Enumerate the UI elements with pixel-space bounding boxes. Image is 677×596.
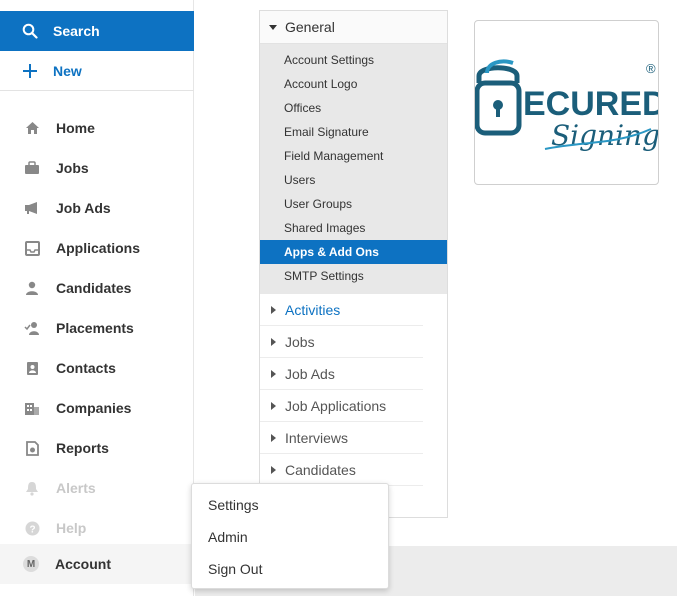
sidebar-item-contacts[interactable]: Contacts	[0, 348, 194, 388]
svg-text:ECURED: ECURED	[523, 85, 658, 123]
group-general-header[interactable]: General	[260, 11, 447, 44]
group-label: Candidates	[285, 461, 356, 478]
sidebar-item-jobs[interactable]: Jobs	[0, 148, 194, 188]
menu-item-field-management[interactable]: Field Management	[260, 144, 447, 168]
avatar: M	[23, 556, 39, 572]
sidebar-item-label: Reports	[56, 440, 109, 456]
group-interviews[interactable]: Interviews	[260, 422, 423, 454]
sidebar-item-help[interactable]: ? Help	[0, 508, 194, 548]
sidebar-nav: Home Jobs Job Ads Applications Candidate…	[0, 108, 194, 548]
bell-icon	[24, 480, 40, 496]
sidebar: Search New Home Jobs Job Ads Application…	[0, 0, 194, 596]
caret-right-icon	[271, 305, 276, 314]
secured-signing-tile[interactable]: ECURED ® Signing	[474, 20, 667, 185]
inbox-icon	[24, 240, 40, 256]
sidebar-item-label: Help	[56, 520, 87, 536]
sidebar-item-home[interactable]: Home	[0, 108, 194, 148]
sidebar-item-label: Candidates	[56, 280, 132, 296]
caret-right-icon	[271, 337, 276, 346]
sidebar-item-label: Contacts	[56, 360, 116, 376]
caret-right-icon	[271, 465, 276, 474]
sidebar-item-reports[interactable]: Reports	[0, 428, 194, 468]
sidebar-item-companies[interactable]: Companies	[0, 388, 194, 428]
sidebar-item-label: Job Ads	[56, 200, 111, 216]
svg-text:Signing: Signing	[551, 119, 658, 152]
sidebar-item-candidates[interactable]: Candidates	[0, 268, 194, 308]
menu-item-shared-images[interactable]: Shared Images	[260, 216, 447, 240]
person-check-icon	[24, 320, 40, 336]
menu-item-users[interactable]: Users	[260, 168, 447, 192]
report-icon	[24, 440, 40, 456]
caret-down-icon	[269, 24, 277, 30]
caret-right-icon	[271, 433, 276, 442]
new-button[interactable]: New	[0, 51, 194, 91]
megaphone-icon	[24, 200, 40, 216]
sidebar-item-applications[interactable]: Applications	[0, 228, 194, 268]
account-label: Account	[55, 556, 111, 572]
group-candidates[interactable]: Candidates	[260, 454, 423, 486]
menu-item-email-signature[interactable]: Email Signature	[260, 120, 447, 144]
sidebar-item-label: Placements	[56, 320, 134, 336]
secured-signing-logo: ECURED ® Signing	[474, 59, 667, 152]
settings-menu: General Account Settings Account Logo Of…	[259, 10, 448, 518]
sidebar-item-label: Applications	[56, 240, 141, 256]
dropdown-settings[interactable]: Settings	[192, 489, 388, 521]
help-icon: ?	[24, 520, 40, 536]
group-label: Interviews	[285, 429, 349, 446]
person-icon	[24, 280, 40, 296]
caret-right-icon	[271, 401, 276, 410]
menu-item-smtp-settings[interactable]: SMTP Settings	[260, 264, 447, 288]
sidebar-item-job-ads[interactable]: Job Ads	[0, 188, 194, 228]
sidebar-item-label: Home	[56, 120, 95, 136]
sidebar-item-label: Alerts	[56, 480, 96, 496]
sidebar-item-account[interactable]: M Account	[0, 544, 194, 584]
group-label: Jobs	[285, 333, 315, 350]
sidebar-item-alerts[interactable]: Alerts	[0, 468, 194, 508]
account-dropdown: Settings Admin Sign Out	[191, 483, 389, 589]
caret-right-icon	[271, 369, 276, 378]
group-activities[interactable]: Activities	[260, 294, 423, 326]
menu-item-user-groups[interactable]: User Groups	[260, 192, 447, 216]
menu-item-apps-add-ons[interactable]: Apps & Add Ons	[260, 240, 447, 264]
plus-icon	[23, 63, 37, 78]
group-label: Job Ads	[285, 365, 335, 382]
group-jobs[interactable]: Jobs	[260, 326, 423, 358]
general-submenu: Account Settings Account Logo Offices Em…	[260, 44, 447, 294]
briefcase-icon	[24, 160, 40, 176]
group-general-label: General	[285, 19, 335, 35]
group-job-applications[interactable]: Job Applications	[260, 390, 423, 422]
home-icon	[24, 120, 40, 136]
sidebar-item-label: Companies	[56, 400, 132, 416]
menu-item-account-settings[interactable]: Account Settings	[260, 48, 447, 72]
svg-text:?: ?	[29, 524, 35, 535]
group-label: Activities	[285, 301, 341, 318]
building-icon	[24, 400, 40, 416]
dropdown-admin[interactable]: Admin	[192, 521, 388, 553]
menu-item-account-logo[interactable]: Account Logo	[260, 72, 447, 96]
new-label: New	[53, 62, 82, 79]
search-icon	[22, 23, 38, 39]
dropdown-sign-out[interactable]: Sign Out	[192, 553, 388, 585]
menu-item-offices[interactable]: Offices	[260, 96, 447, 120]
svg-text:®: ®	[646, 61, 656, 76]
sidebar-item-placements[interactable]: Placements	[0, 308, 194, 348]
sidebar-item-label: Jobs	[56, 160, 89, 176]
search-label: Search	[53, 23, 100, 39]
group-label: Job Applications	[285, 397, 387, 414]
contact-card-icon	[24, 360, 40, 376]
group-job-ads[interactable]: Job Ads	[260, 358, 423, 390]
search-button[interactable]: Search	[0, 11, 194, 51]
